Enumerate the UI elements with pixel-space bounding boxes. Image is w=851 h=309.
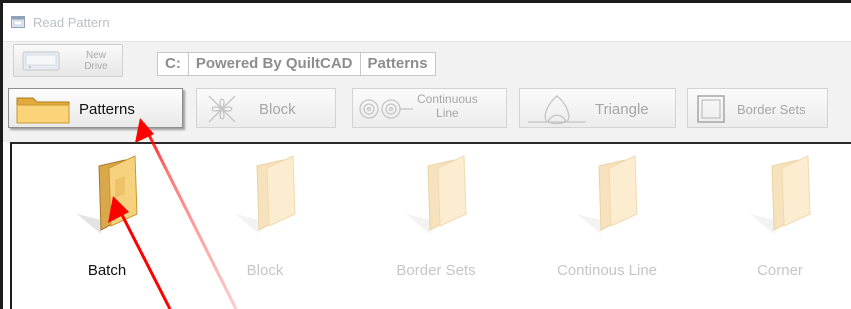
folder-border-sets-label: Border Sets [396,262,476,279]
category-tabs: Patterns Block Continuous Line Triangle … [3,82,851,142]
folder-icon [750,155,811,234]
window-icon [11,16,25,28]
tab-triangle[interactable]: Triangle [519,88,676,128]
tab-continuous-line-label-line1: Continuous [417,92,478,106]
new-drive-label: New Drive [76,50,116,72]
window-title: Read Pattern [33,15,110,30]
folder-grid: Batch Block Border Sets Continous Line C… [10,142,851,309]
breadcrumb-drive[interactable]: C: [157,52,189,76]
folder-batch-label: Batch [87,262,127,279]
new-drive-label-line1: New [85,50,106,61]
tab-block-label: Block [259,101,296,118]
new-drive-button[interactable]: New Drive [13,44,123,77]
folder-continous-line[interactable]: Continous Line [547,154,667,304]
folder-corner-label: Corner [757,262,803,279]
tab-block[interactable]: Block [196,88,336,128]
tab-continuous-line-label: Continuous Line [417,92,478,120]
folder-block-label: Block [246,262,284,279]
tab-patterns[interactable]: Patterns [8,88,183,128]
tab-continuous-line-label-line2: Line [436,106,459,120]
folder-icon [235,155,296,234]
tab-border-sets[interactable]: Border Sets [687,88,828,128]
tab-continuous-line[interactable]: Continuous Line [352,88,507,128]
title-bar: Read Pattern [3,3,851,41]
folder-icon [77,155,138,234]
folder-block[interactable]: Block [205,154,325,304]
triangle-pattern-icon [528,95,586,125]
path-breadcrumb: C: Powered By QuiltCAD Patterns [157,52,436,76]
folder-corner[interactable]: Corner [720,154,840,304]
folder-icon [577,155,638,234]
folder-continous-line-label: Continous Line [556,262,658,279]
folder-border-sets[interactable]: Border Sets [376,154,496,304]
tab-border-sets-label: Border Sets [737,102,806,117]
block-pattern-icon [208,95,236,123]
drive-icon [22,51,60,71]
folder-icon [406,155,467,234]
new-drive-label-line2: Drive [84,61,108,72]
border-sets-icon [697,95,725,123]
tab-triangle-label: Triangle [595,101,649,118]
continuous-line-icon [359,99,413,119]
drive-toolbar: New Drive C: Powered By QuiltCAD Pattern… [3,41,851,82]
folder-batch[interactable]: Batch [47,154,167,304]
folder-icon [16,97,70,124]
breadcrumb-quiltcad[interactable]: Powered By QuiltCAD [187,52,361,76]
breadcrumb-patterns[interactable]: Patterns [359,52,436,76]
tab-patterns-label: Patterns [79,101,135,118]
